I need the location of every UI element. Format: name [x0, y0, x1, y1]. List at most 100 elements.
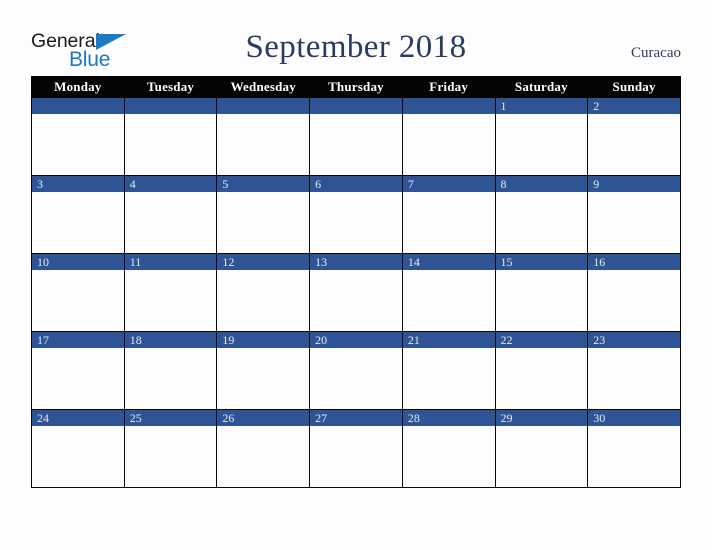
day-events-area[interactable] [588, 426, 680, 487]
month-calendar-table: Monday Tuesday Wednesday Thursday Friday… [31, 76, 681, 488]
day-cell[interactable]: 14 [401, 253, 496, 332]
day-events-area[interactable] [124, 192, 217, 253]
day-events-area[interactable] [124, 348, 217, 409]
day-events-area[interactable] [402, 426, 495, 487]
day-cell[interactable]: 20 [309, 331, 403, 410]
day-number: 8 [495, 176, 588, 192]
day-events-area[interactable] [32, 270, 124, 331]
day-cell[interactable]: 3 [31, 175, 125, 254]
day-cell[interactable]: 15 [494, 253, 589, 332]
day-events-area[interactable] [217, 114, 310, 175]
day-events-area[interactable] [310, 348, 402, 409]
day-events-area[interactable] [588, 114, 680, 175]
day-events-area[interactable] [217, 348, 310, 409]
day-cell[interactable]: 11 [123, 253, 218, 332]
day-events-area[interactable] [588, 348, 680, 409]
day-events-area[interactable] [402, 348, 495, 409]
day-cell[interactable]: 19 [216, 331, 311, 410]
day-cell[interactable]: 5 [216, 175, 311, 254]
day-events-area[interactable] [495, 114, 588, 175]
day-cell[interactable]: 13 [309, 253, 403, 332]
day-cell[interactable]: 2 [587, 97, 681, 176]
day-events-area[interactable] [124, 270, 217, 331]
day-events-area[interactable] [310, 114, 402, 175]
page-header: General Blue September 2018 Curacao [0, 0, 712, 76]
day-number: 10 [32, 254, 124, 270]
day-cell[interactable]: 27 [309, 409, 403, 488]
day-events-area[interactable] [217, 426, 310, 487]
day-cell[interactable]: 9 [587, 175, 681, 254]
day-cell[interactable]: 10 [31, 253, 125, 332]
day-events-area[interactable] [310, 192, 402, 253]
day-events-area[interactable] [402, 114, 495, 175]
day-events-area[interactable] [495, 348, 588, 409]
day-cell[interactable]: 8 [494, 175, 589, 254]
day-cell[interactable]: 21 [401, 331, 496, 410]
weekday-header-monday: Monday [31, 76, 125, 98]
day-number: 17 [32, 332, 124, 348]
day-cell[interactable] [123, 97, 218, 176]
day-number: 26 [217, 410, 310, 426]
day-events-area[interactable] [495, 192, 588, 253]
day-cell[interactable]: 23 [587, 331, 681, 410]
day-number: 16 [588, 254, 680, 270]
day-number: 27 [310, 410, 402, 426]
page-title: September 2018 [245, 29, 467, 65]
day-number: 4 [124, 176, 217, 192]
calendar-week-row: 3 4 5 6 7 8 9 [31, 175, 681, 254]
day-events-area[interactable] [32, 192, 124, 253]
day-cell[interactable]: 25 [123, 409, 218, 488]
day-events-area[interactable] [402, 192, 495, 253]
day-cell[interactable]: 22 [494, 331, 589, 410]
day-cell[interactable] [401, 97, 496, 176]
day-events-area[interactable] [495, 270, 588, 331]
day-events-area[interactable] [310, 270, 402, 331]
day-cell[interactable]: 26 [216, 409, 311, 488]
day-cell[interactable]: 17 [31, 331, 125, 410]
day-events-area[interactable] [32, 426, 124, 487]
weekday-header-tuesday: Tuesday [123, 76, 218, 98]
day-number: 30 [588, 410, 680, 426]
day-events-area[interactable] [495, 426, 588, 487]
day-cell[interactable] [216, 97, 311, 176]
day-number: 24 [32, 410, 124, 426]
day-cell[interactable]: 7 [401, 175, 496, 254]
calendar-week-row: 1 2 [31, 97, 681, 176]
day-cell[interactable]: 29 [494, 409, 589, 488]
day-number: 13 [310, 254, 402, 270]
day-number: 14 [402, 254, 495, 270]
day-events-area[interactable] [402, 270, 495, 331]
day-cell[interactable] [309, 97, 403, 176]
day-cell[interactable]: 6 [309, 175, 403, 254]
day-number: 12 [217, 254, 310, 270]
day-number: 22 [495, 332, 588, 348]
weekday-header-friday: Friday [401, 76, 496, 98]
day-events-area[interactable] [217, 270, 310, 331]
day-cell[interactable]: 16 [587, 253, 681, 332]
day-events-area[interactable] [588, 270, 680, 331]
day-events-area[interactable] [310, 426, 402, 487]
day-number [124, 98, 217, 114]
calendar-week-row: 24 25 26 27 28 29 30 [31, 409, 681, 488]
day-cell[interactable]: 18 [123, 331, 218, 410]
day-cell[interactable] [31, 97, 125, 176]
day-events-area[interactable] [32, 348, 124, 409]
day-cell[interactable]: 4 [123, 175, 218, 254]
day-events-area[interactable] [588, 192, 680, 253]
day-cell[interactable]: 24 [31, 409, 125, 488]
day-cell[interactable]: 12 [216, 253, 311, 332]
day-cell[interactable]: 1 [494, 97, 589, 176]
calendar-page: General Blue September 2018 Curacao Mond… [0, 0, 712, 550]
day-events-area[interactable] [32, 114, 124, 175]
day-number: 23 [588, 332, 680, 348]
day-events-area[interactable] [217, 192, 310, 253]
day-number: 11 [124, 254, 217, 270]
day-events-area[interactable] [124, 114, 217, 175]
weekday-header-row: Monday Tuesday Wednesday Thursday Friday… [31, 76, 681, 98]
day-cell[interactable]: 28 [401, 409, 496, 488]
day-number: 1 [495, 98, 588, 114]
day-number: 7 [402, 176, 495, 192]
day-cell[interactable]: 30 [587, 409, 681, 488]
calendar-week-row: 17 18 19 20 21 22 23 [31, 331, 681, 410]
day-events-area[interactable] [124, 426, 217, 487]
